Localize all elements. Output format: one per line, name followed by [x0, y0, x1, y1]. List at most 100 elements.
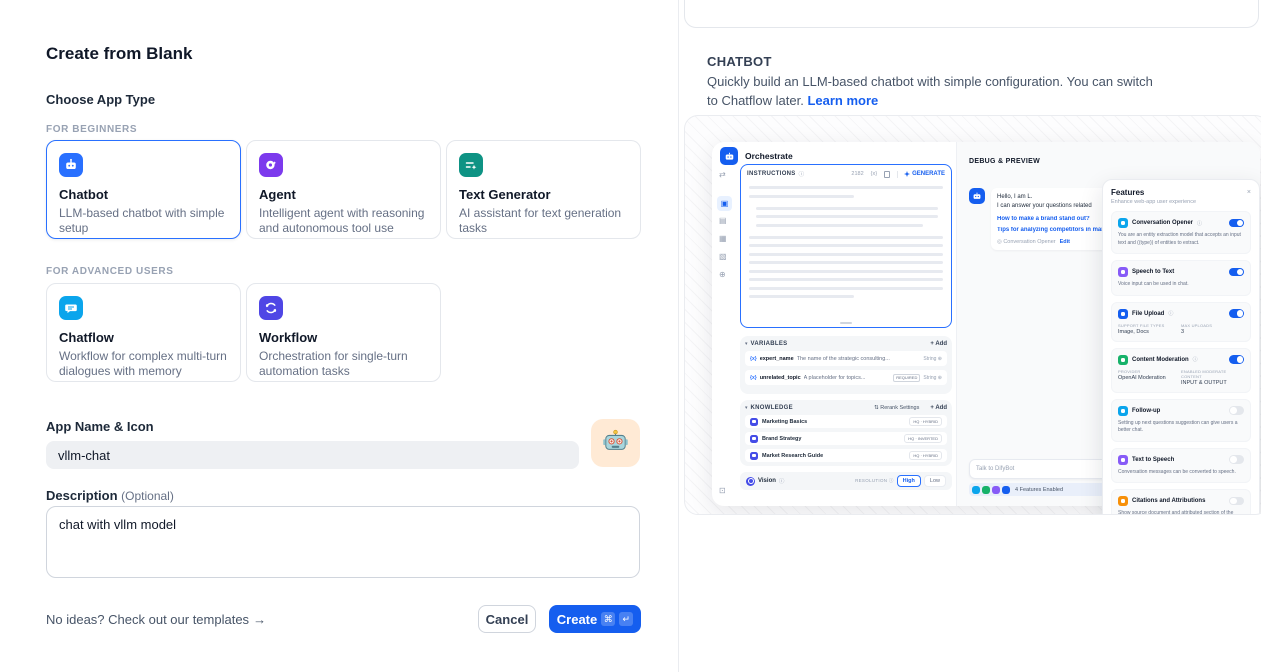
variable-token-icon: {x} — [750, 375, 757, 381]
for-beginners-label: FOR BEGINNERS — [46, 124, 137, 135]
app-icon-picker[interactable] — [591, 419, 640, 467]
knowledge-row: Brand Strategy HQ · INVERTED — [745, 432, 947, 445]
card-title: Chatflow — [59, 330, 228, 345]
feature-name: Speech to Text — [1132, 269, 1174, 275]
feature-toggle — [1229, 497, 1244, 506]
index-badge: HQ · HYBRID — [909, 417, 942, 426]
feature-icon — [1118, 406, 1128, 416]
create-button[interactable]: Create ⌘ ↵ — [549, 605, 641, 633]
speech-to-text-mini-icon — [992, 486, 1000, 494]
features-title: Features — [1111, 188, 1144, 197]
feature-meta-value: 3 — [1181, 329, 1244, 335]
card-desc: Orchestration for single-turn automation… — [259, 349, 428, 379]
card-title: Chatbot — [59, 187, 228, 202]
resize-handle — [840, 322, 852, 324]
templates-link[interactable]: No ideas? Check out our templates→ — [46, 612, 266, 627]
app-name-label: App Name & Icon — [46, 419, 154, 434]
feature-icon — [1118, 355, 1128, 365]
card-desc: LLM-based chatbot with simple setup — [59, 206, 228, 236]
feature-name: Conversation Opener — [1132, 220, 1193, 226]
feature-item: Citations and Attributions Show source do… — [1111, 489, 1251, 515]
knowledge-panel: ▾ KNOWLEDGE ⇅ Rerank Settings + Add Mark… — [740, 400, 952, 466]
feature-toggle — [1229, 268, 1244, 277]
feature-toggle — [1229, 309, 1244, 318]
app-type-card-workflow[interactable]: Workflow Orchestration for single-turn a… — [246, 283, 441, 382]
chatflow-icon — [59, 296, 83, 320]
feature-name: Citations and Attributions — [1132, 498, 1205, 504]
card-desc: Workflow for complex multi-turn dialogue… — [59, 349, 228, 379]
tool-rail: ⇄ ▣ ▤ ▦ ▧ ⊕ ⊡ — [712, 168, 738, 506]
variables-panel: ▾ VARIABLES + Add {x} expert_name The na… — [740, 336, 952, 394]
for-advanced-users-label: FOR ADVANCED USERS — [46, 266, 173, 277]
feature-name: Follow-up — [1132, 408, 1160, 414]
cmd-key-icon: ⌘ — [601, 612, 615, 626]
app-type-card-chatflow[interactable]: Chatflow Workflow for complex multi-turn… — [46, 283, 241, 382]
previous-preview-card-edge — [684, 0, 1259, 28]
settings-panel-icon: ⊕ — [719, 270, 726, 279]
rerank-settings-button: ⇅ Rerank Settings — [874, 405, 919, 411]
card-title: Agent — [259, 187, 428, 202]
resolution-low-pill: Low — [924, 475, 946, 487]
feature-desc: You are an entity extraction model that … — [1118, 232, 1244, 247]
arrow-right-icon: → — [253, 612, 266, 627]
features-panel: Features × Enhance web-app user experien… — [1102, 179, 1260, 515]
feature-item: Conversation OpenerⓘYou are an entity ex… — [1111, 211, 1251, 254]
feature-desc: Voice input can be used in chat. — [1118, 281, 1244, 289]
feature-item: File UploadⓘSUPPORT FILE TYPESImage, Doc… — [1111, 302, 1251, 342]
page-title: Create from Blank — [46, 44, 192, 64]
variable-row: {x} expert_name The name of the strategi… — [745, 351, 947, 366]
feature-item: Text to SpeechConversation messages can … — [1111, 448, 1251, 484]
create-form-pane: Create from Blank Choose App Type FOR BE… — [0, 0, 678, 672]
enter-key-icon: ↵ — [619, 612, 633, 626]
feature-toggle — [1229, 219, 1244, 228]
feature-meta-value: INPUT & OUTPUT — [1181, 380, 1244, 386]
vision-icon — [746, 477, 755, 486]
feature-desc: Setting up next questions suggestion can… — [1118, 420, 1244, 435]
learn-more-link[interactable]: Learn more — [807, 93, 878, 108]
description-textarea[interactable]: chat with vllm model — [46, 506, 640, 578]
preview-description: Quickly build an LLM-based chatbot with … — [707, 73, 1159, 111]
app-avatar-icon — [720, 147, 738, 165]
app-type-card-text-generator[interactable]: Text Generator AI assistant for text gen… — [446, 140, 641, 239]
feature-icon — [1118, 496, 1128, 506]
edit-link: Edit — [1060, 239, 1070, 245]
info-icon: ⓘ — [799, 170, 805, 178]
feature-toggle — [1229, 355, 1244, 364]
knowledge-row: Market Research Guide HQ · HYBRID — [745, 449, 947, 462]
conversation-opener-mini-icon — [972, 486, 980, 494]
feature-meta-value: Image, Docs — [1118, 329, 1181, 335]
feature-item: Speech to Text Voice input can be used in… — [1111, 260, 1251, 296]
vision-row: Vision ⓘ RESOLUTION ⓘ High Low — [740, 472, 952, 490]
info-icon: ⓘ — [1193, 356, 1198, 363]
file-upload-mini-icon — [1002, 486, 1010, 494]
swap-icon: ⇄ — [719, 170, 726, 179]
app-name-input[interactable] — [46, 441, 579, 469]
feature-toggle — [1229, 406, 1244, 415]
orchestrate-title: Orchestrate — [745, 151, 793, 161]
dataset-icon — [750, 452, 758, 460]
knowledge-row: Marketing Basics HQ · HYBRID — [745, 415, 947, 428]
copy-icon — [884, 171, 890, 178]
optional-label: (Optional) — [121, 489, 174, 503]
features-enabled-strip: 4 Features Enabled — [969, 483, 1109, 496]
feature-name: File Upload — [1132, 311, 1164, 317]
variable-row: {x} unrelated_topic A placeholder for to… — [745, 370, 947, 385]
dataset-icon — [750, 418, 758, 426]
feature-meta-key: SUPPORT FILE TYPES — [1118, 323, 1181, 328]
app-type-card-agent[interactable]: Agent Intelligent agent with reasoning a… — [246, 140, 441, 239]
feature-meta-key: MAX UPLOADS — [1181, 323, 1244, 328]
instructions-skeleton — [741, 181, 951, 298]
agent-icon — [259, 153, 283, 177]
spark-icon — [904, 171, 910, 177]
resolution-high-pill: High — [897, 475, 921, 487]
feature-desc: Show source document and attributed sect… — [1118, 510, 1244, 515]
app-type-card-chatbot[interactable]: Chatbot LLM-based chatbot with simple se… — [46, 140, 241, 239]
feature-meta-value: OpenAI Moderation — [1118, 375, 1181, 381]
prompt-panel-icon: ▣ — [717, 196, 732, 211]
chatbot-icon — [59, 153, 83, 177]
close-icon: × — [1247, 189, 1251, 196]
debug-title: DEBUG & PREVIEW — [969, 158, 1040, 165]
card-title: Workflow — [259, 330, 428, 345]
index-badge: HQ · HYBRID — [909, 451, 942, 460]
cancel-button[interactable]: Cancel — [478, 605, 536, 633]
